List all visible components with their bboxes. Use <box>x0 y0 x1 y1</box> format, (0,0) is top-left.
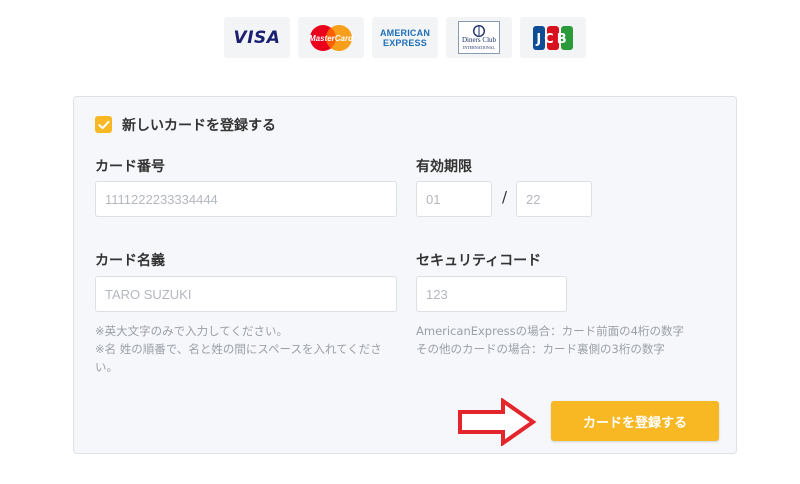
card-name-notes: ※英大文字のみで入力してください。 ※名 姓の順番で、名と姓の間にスペースを入れ… <box>95 322 400 376</box>
diners-logo-text: Diners Club INTERNATIONAL <box>461 35 497 51</box>
right-arrow-icon <box>458 398 537 446</box>
security-code-note-2: その他のカードの場合：カード裏側の3桁の数字 <box>416 342 665 356</box>
security-code-input[interactable] <box>416 276 567 312</box>
card-name-note-1: ※英大文字のみで入力してください。 <box>95 324 288 338</box>
card-number-label: カード番号 <box>95 159 165 175</box>
amex-line-2: EXPRESS <box>383 37 427 48</box>
diners-line-2: INTERNATIONAL <box>463 44 495 50</box>
expiry-label: 有効期限 <box>416 159 472 175</box>
expiry-month-input[interactable] <box>416 181 492 217</box>
check-icon <box>98 120 109 129</box>
save-card-label[interactable]: 新しいカードを登録する <box>122 115 276 135</box>
visa-logo-text: VISA <box>233 27 281 48</box>
security-code-note-1: AmericanExpressの場合：カード前面の4桁の数字 <box>416 324 684 338</box>
mastercard-logo-text: MasterCard <box>309 34 354 43</box>
register-card-button[interactable]: カードを登録する <box>551 401 719 441</box>
mastercard-logo: MasterCard <box>298 17 364 58</box>
jcb-logo-text: JCB <box>535 32 569 47</box>
card-name-note-2: ※名 姓の順番で、名と姓の間にスペースを入れてください。 <box>95 342 382 374</box>
save-card-checkbox[interactable] <box>95 116 112 133</box>
expiry-year-input[interactable] <box>516 181 592 217</box>
amex-logo: AMERICAN EXPRESS <box>372 17 438 58</box>
amex-line-1: AMERICAN <box>379 27 431 38</box>
card-number-input[interactable] <box>95 181 397 217</box>
card-name-input[interactable] <box>95 276 397 312</box>
diners-line-1: Diners Club <box>461 35 497 44</box>
security-code-notes: AmericanExpressの場合：カード前面の4桁の数字 その他のカードの場… <box>416 322 716 358</box>
jcb-icon: JCB <box>533 25 573 50</box>
mastercard-icon: MasterCard <box>309 24 354 51</box>
expiry-separator: / <box>502 188 508 206</box>
card-brands: VISA MasterCard AMERICAN EXPRESS Diners … <box>224 17 586 58</box>
card-name-label: カード名義 <box>95 253 165 269</box>
jcb-logo: JCB <box>520 17 586 58</box>
card-form-panel: 新しいカードを登録する カード番号 有効期限 / カード名義 セキュリティコード… <box>73 96 737 454</box>
security-code-label: セキュリティコード <box>416 253 542 269</box>
diners-logo-box: Diners Club INTERNATIONAL <box>458 21 500 54</box>
diners-logo: Diners Club INTERNATIONAL <box>446 17 512 58</box>
amex-logo-text: AMERICAN EXPRESS <box>380 28 430 48</box>
visa-logo: VISA <box>224 17 290 58</box>
